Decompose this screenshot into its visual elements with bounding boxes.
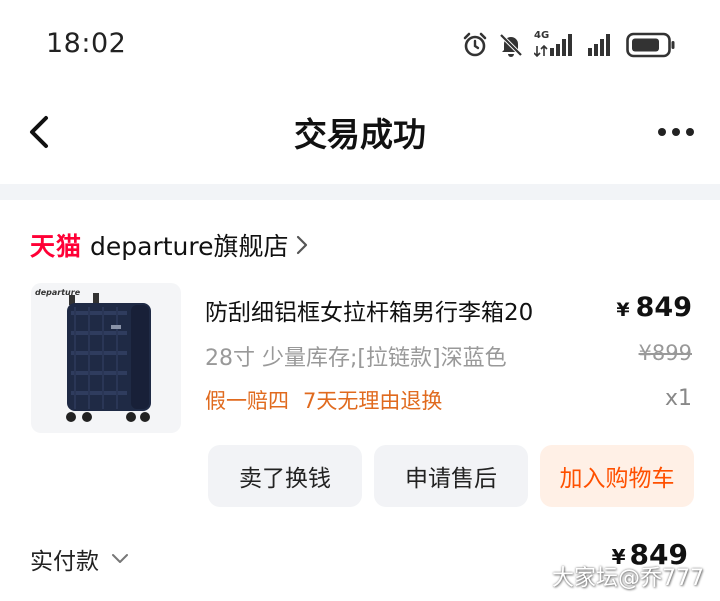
suitcase-icon (66, 293, 151, 422)
product-title[interactable]: 防刮细铝框女拉杆箱男行李箱20 (205, 293, 533, 327)
network-signal: 4G (534, 30, 576, 58)
status-bar: 18:02 4G (0, 0, 720, 88)
original-price: ¥899 (638, 341, 692, 365)
battery-icon (626, 32, 675, 58)
promo-tags: 假一赔四 7天无理由退换 (205, 385, 442, 415)
store-link[interactable]: 天猫 departure旗舰店 (30, 228, 309, 262)
product-thumbnail[interactable]: departure (31, 283, 181, 433)
watermark: 大家坛@乔777 (552, 566, 704, 591)
payment-label: 实付款 (30, 549, 99, 575)
status-icons: 4G (462, 28, 676, 62)
chevron-right-icon (296, 235, 307, 255)
price-symbol: ¥ (616, 299, 630, 321)
promo-return-policy: 7天无理由退换 (303, 389, 443, 413)
more-icon[interactable] (656, 120, 696, 144)
alarm-icon (463, 32, 487, 57)
product-quantity: x1 (664, 386, 692, 411)
product-price: ¥849 (616, 292, 692, 323)
tmall-logo: 天猫 (30, 232, 83, 261)
status-time: 18:02 (46, 28, 127, 59)
store-name: departure旗舰店 (90, 232, 289, 261)
signal-icon-secondary (588, 34, 610, 56)
after-sales-button[interactable]: 申请售后 (374, 445, 528, 507)
page-title: 交易成功 (294, 115, 426, 154)
mute-bell-icon (499, 33, 523, 57)
section-divider (0, 184, 720, 200)
sell-button[interactable]: 卖了换钱 (208, 445, 362, 507)
price-value: 849 (635, 292, 692, 323)
payment-toggle[interactable]: 实付款 (30, 542, 129, 576)
promo-fake-compensation: 假一赔四 (205, 389, 289, 413)
network-label: 4G (534, 30, 550, 41)
chevron-down-icon (112, 554, 128, 563)
add-to-cart-button[interactable]: 加入购物车 (540, 445, 694, 507)
product-spec: 28寸 少量库存;[拉链款]深蓝色 (205, 346, 507, 371)
nav-bar: 交易成功 (0, 92, 720, 172)
